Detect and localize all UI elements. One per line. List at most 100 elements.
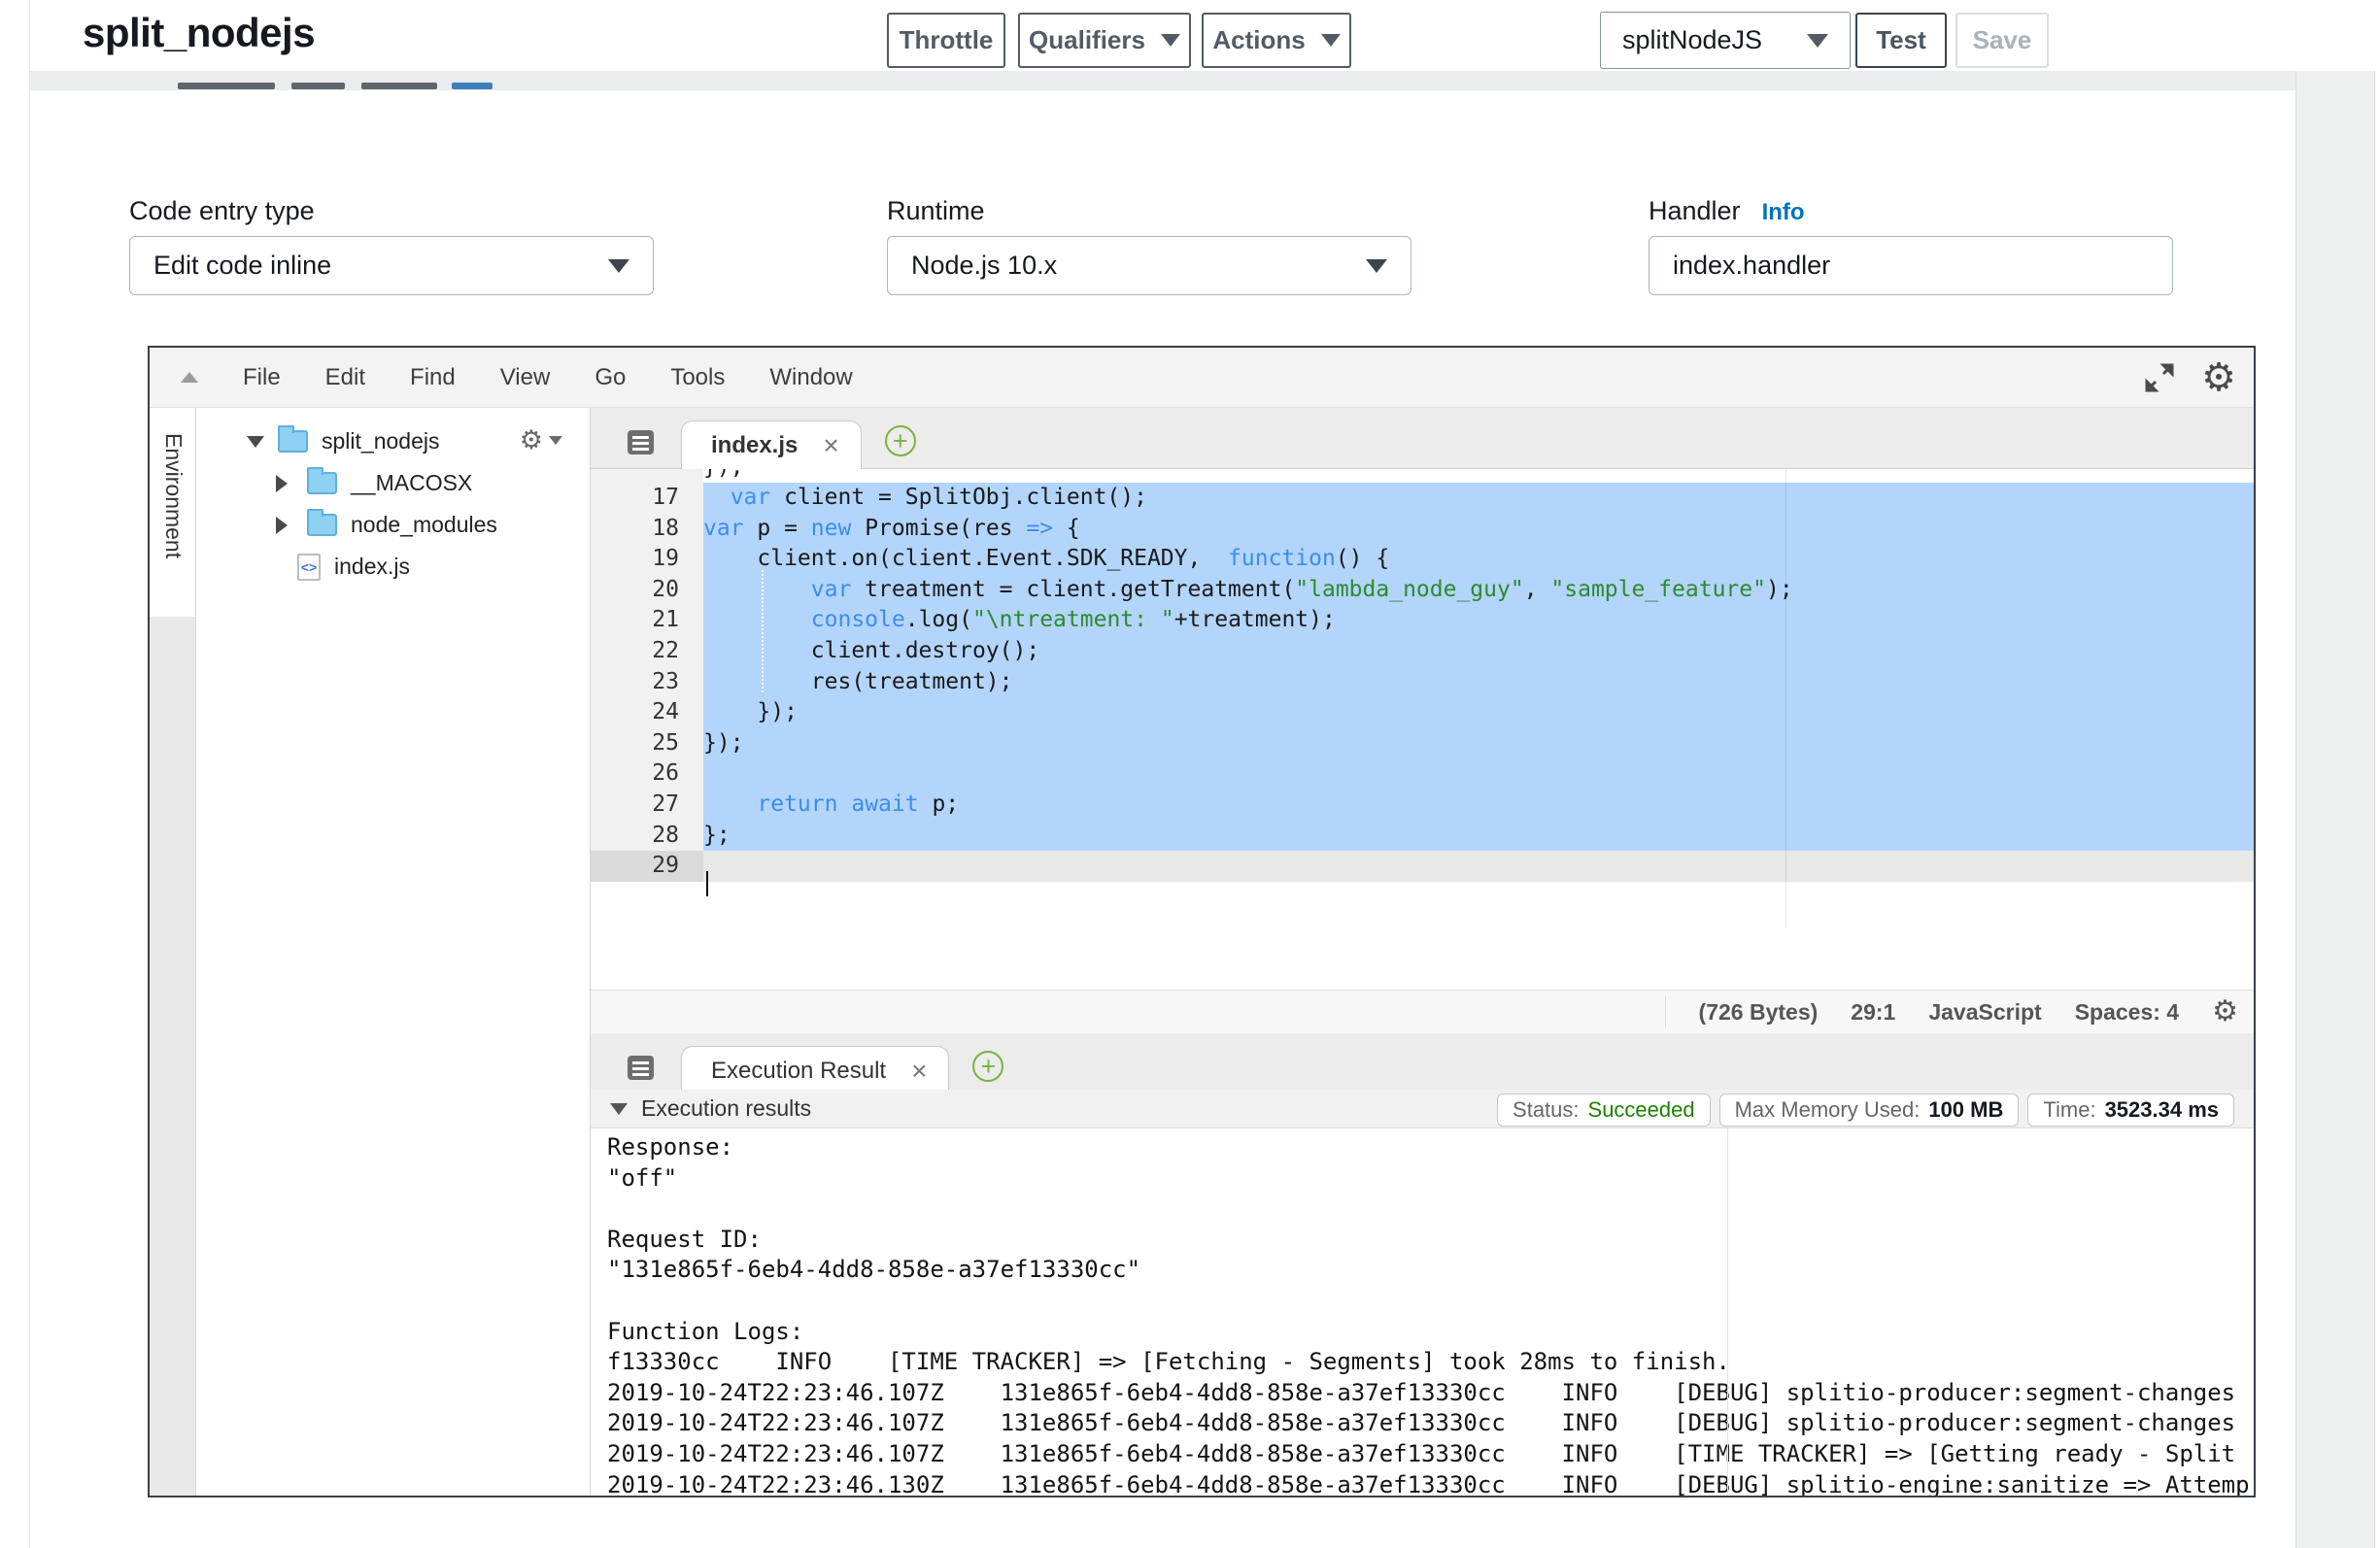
menu-item-go[interactable]: Go — [595, 364, 626, 391]
save-button-label: Save — [1973, 25, 2032, 55]
tree-settings-gear-icon[interactable]: ⚙ — [520, 427, 562, 454]
status-gear-icon[interactable]: ⚙ — [2212, 997, 2238, 1026]
code-text — [703, 758, 2254, 790]
throttle-button[interactable]: Throttle — [887, 13, 1005, 68]
runtime-select[interactable]: Node.js 10.x — [887, 236, 1411, 295]
tab-list-icon[interactable] — [628, 430, 654, 454]
code-line[interactable]: 20 var treatment = client.getTreatment("… — [591, 575, 2254, 606]
code-entry-type-value: Edit code inline — [153, 251, 331, 281]
menu-item-file[interactable]: File — [243, 364, 281, 391]
fullscreen-icon[interactable] — [2143, 361, 2176, 394]
clipped-link-fragment — [452, 83, 493, 89]
file-tree-panel: split_nodejs ⚙ __MACOSXnode_modules<>index… — [196, 408, 591, 1496]
code-editor-area[interactable]: });17 var client = SplitObj.client();18v… — [591, 469, 2254, 867]
chevron-down-icon — [1321, 34, 1341, 47]
code-entry-type-label: Code entry type — [129, 196, 315, 226]
clipped-text-fragment — [178, 83, 275, 89]
runtime-value: Node.js 10.x — [911, 251, 1057, 281]
menu-item-edit[interactable]: Edit — [325, 364, 365, 391]
environment-tab[interactable]: Environment — [150, 408, 195, 617]
code-line[interactable]: 23 res(treatment); — [591, 667, 2254, 698]
code-text: client.on(client.Event.SDK_READY, functi… — [703, 544, 2254, 575]
chevron-down-icon — [1366, 259, 1387, 273]
qualifiers-button[interactable]: Qualifiers — [1018, 13, 1191, 68]
code-line[interactable]: 29 — [591, 851, 2254, 882]
tree-item-split-nodejs[interactable]: split_nodejs ⚙ — [196, 421, 590, 462]
js-file-icon: <> — [297, 554, 321, 581]
menu-item-tools[interactable]: Tools — [670, 364, 725, 391]
status-item[interactable]: 29:1 — [1851, 999, 1895, 1026]
handler-input-value: index.handler — [1673, 251, 1830, 281]
tree-item--macosx[interactable]: __MACOSX — [196, 462, 590, 504]
tab-index-js-label: index.js — [711, 432, 798, 459]
code-line[interactable]: 24 }); — [591, 697, 2254, 728]
editor-settings-gear-icon[interactable]: ⚙ — [2201, 358, 2236, 397]
badge-value: 100 MB — [1928, 1097, 2003, 1123]
page-scrollbar-track[interactable] — [2374, 71, 2380, 1548]
code-entry-type-select[interactable]: Edit code inline — [129, 236, 654, 295]
line-number: 29 — [591, 851, 703, 882]
code-line[interactable]: 17 var client = SplitObj.client(); — [591, 483, 2254, 514]
save-button: Save — [1955, 13, 2049, 68]
code-line[interactable]: 22 client.destroy(); — [591, 636, 2254, 667]
code-line[interactable]: 27 return await p; — [591, 790, 2254, 821]
log-print-margin-line — [1727, 1128, 1728, 1496]
menu-item-window[interactable]: Window — [769, 364, 852, 391]
line-number: 22 — [591, 636, 703, 667]
clipped-text-fragment — [291, 83, 345, 89]
close-icon[interactable]: × — [823, 430, 838, 461]
code-line[interactable]: }); — [591, 469, 2254, 483]
collapse-results-icon[interactable] — [610, 1103, 628, 1115]
line-number: 18 — [591, 514, 703, 545]
handler-input[interactable]: index.handler — [1649, 236, 2173, 295]
code-line[interactable]: 19 client.on(client.Event.SDK_READY, fun… — [591, 544, 2254, 575]
collapse-menubar-icon[interactable] — [181, 372, 198, 383]
line-number: 23 — [591, 667, 703, 698]
tree-item-node-modules[interactable]: node_modules — [196, 504, 590, 546]
line-number: 26 — [591, 758, 703, 790]
handler-label: Handler Info — [1649, 196, 1805, 226]
new-tab-plus-icon[interactable]: + — [885, 425, 916, 456]
close-icon[interactable]: × — [911, 1056, 927, 1087]
folder-icon — [307, 514, 337, 536]
code-line[interactable]: 21 console.log("\ntreatment: "+treatment… — [591, 605, 2254, 636]
line-number: 28 — [591, 821, 703, 852]
disclosure-closed-icon[interactable] — [276, 475, 288, 492]
code-line[interactable]: 18var p = new Promise(res => { — [591, 514, 2254, 545]
tree-item-index-js[interactable]: <>index.js — [196, 546, 590, 588]
badge-label: Max Memory Used: — [1735, 1097, 1921, 1123]
code-text — [703, 851, 2254, 882]
page-title: split_nodejs — [83, 10, 315, 56]
tab-execution-result[interactable]: Execution Result × — [681, 1046, 949, 1094]
tab-index-js[interactable]: index.js × — [681, 421, 862, 469]
badge-value: Succeeded — [1588, 1097, 1695, 1123]
status-item[interactable]: (726 Bytes) — [1699, 999, 1819, 1026]
status-item[interactable]: JavaScript — [1928, 999, 2041, 1026]
handler-label-text: Handler — [1649, 196, 1741, 225]
code-text: }; — [703, 821, 2254, 852]
line-number: 24 — [591, 697, 703, 728]
code-line[interactable]: 26 — [591, 758, 2254, 790]
code-line[interactable]: 28}; — [591, 821, 2254, 852]
editor-status-bar: (726 Bytes) 29:1 JavaScript Spaces: 4 ⚙ — [591, 990, 2254, 1033]
menu-item-view[interactable]: View — [500, 364, 551, 391]
disclosure-open-icon[interactable] — [247, 436, 264, 448]
menu-item-find[interactable]: Find — [410, 364, 456, 391]
code-text: }); — [703, 697, 2254, 728]
test-event-select[interactable]: splitNodeJS — [1600, 12, 1851, 69]
status-badge: Status:Succeeded — [1497, 1094, 1711, 1127]
execution-log-panel[interactable]: Response: "off" Request ID: "131e865f-6e… — [591, 1128, 2254, 1496]
tree-item-label: split_nodejs — [322, 428, 439, 454]
actions-button[interactable]: Actions — [1202, 13, 1351, 68]
new-tab-plus-icon[interactable]: + — [972, 1051, 1003, 1082]
handler-info-link[interactable]: Info — [1762, 199, 1805, 225]
execution-log-text: Response: "off" Request ID: "131e865f-6e… — [607, 1132, 2250, 1496]
status-item[interactable]: Spaces: 4 — [2075, 999, 2179, 1026]
tab-list-icon[interactable] — [628, 1056, 654, 1080]
code-text: console.log("\ntreatment: "+treatment); — [703, 605, 2254, 636]
test-button[interactable]: Test — [1855, 13, 1947, 68]
disclosure-closed-icon[interactable] — [276, 517, 288, 534]
code-line[interactable]: 25}); — [591, 728, 2254, 759]
lambda-console-screen: split_nodejs Throttle Qualifiers Actions… — [0, 0, 2380, 1548]
execution-results-header: Execution results Status:SucceededMax Me… — [591, 1090, 2254, 1128]
